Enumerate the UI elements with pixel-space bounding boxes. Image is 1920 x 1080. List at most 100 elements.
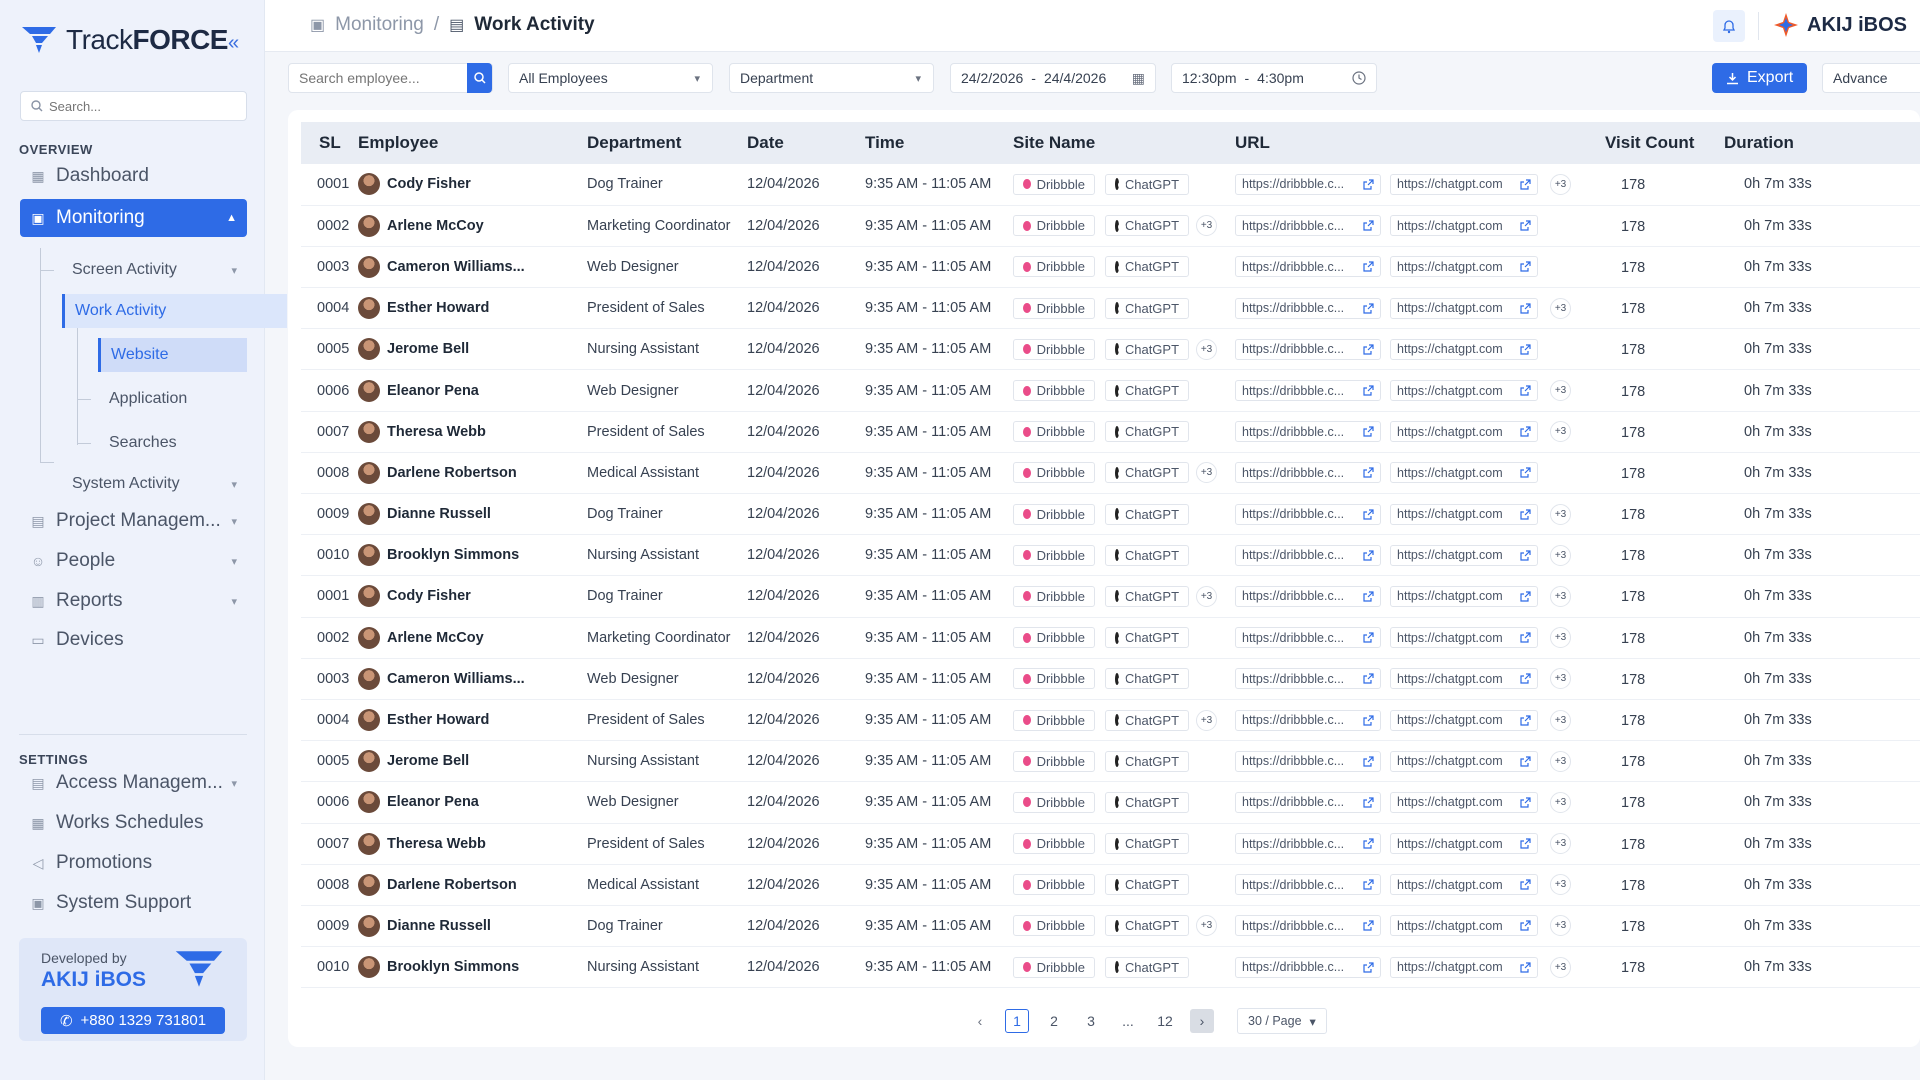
site-chip[interactable]: Dribbble	[1013, 915, 1095, 937]
site-chip[interactable]: ChatGPT	[1105, 585, 1190, 607]
site-chip[interactable]: ChatGPT	[1105, 462, 1190, 484]
more-sites-badge[interactable]: +3	[1196, 215, 1218, 237]
external-link-icon[interactable]	[1363, 632, 1374, 643]
sidebar-item-devices[interactable]: ▭ Devices	[20, 621, 247, 659]
site-chip[interactable]: Dribbble	[1013, 462, 1095, 484]
site-chip[interactable]: Dribbble	[1013, 503, 1095, 525]
more-sites-badge[interactable]: +3	[1196, 462, 1218, 484]
url-chip[interactable]: https://chatgpt.com	[1390, 462, 1539, 484]
url-chip[interactable]: https://dribbble.c...	[1235, 380, 1381, 402]
external-link-icon[interactable]	[1520, 838, 1531, 849]
sidebar-item-reports[interactable]: ▥ Reports ▾	[20, 582, 247, 620]
more-sites-badge[interactable]: +3	[1196, 709, 1218, 731]
site-chip[interactable]: ChatGPT	[1105, 833, 1190, 855]
url-chip[interactable]: https://dribbble.c...	[1235, 750, 1381, 772]
employee-name[interactable]: Dianne Russell	[387, 506, 491, 522]
employee-name[interactable]: Esther Howard	[387, 300, 489, 316]
more-urls-badge[interactable]: +3	[1550, 380, 1572, 402]
url-chip[interactable]: https://chatgpt.com	[1390, 173, 1539, 195]
per-page-select[interactable]: 30 / Page ▾	[1237, 1008, 1327, 1034]
external-link-icon[interactable]	[1363, 261, 1374, 273]
sidebar-item-screen-activity[interactable]: Screen Activity ▾	[62, 253, 247, 287]
url-chip[interactable]: https://dribbble.c...	[1235, 833, 1381, 855]
external-link-icon[interactable]	[1363, 673, 1374, 684]
sidebar-item-access-management[interactable]: ▤ Access Managem... ▾	[20, 764, 247, 802]
employee-name[interactable]: Cody Fisher	[387, 588, 471, 604]
time-range-picker[interactable]: 12:30pm - 4:30pm	[1171, 63, 1377, 93]
external-link-icon[interactable]	[1520, 179, 1531, 190]
url-chip[interactable]: https://dribbble.c...	[1235, 462, 1381, 484]
developer-phone-button[interactable]: ✆ +880 1329 731801	[41, 1007, 225, 1034]
site-chip[interactable]: ChatGPT	[1105, 915, 1190, 937]
url-chip[interactable]: https://dribbble.c...	[1235, 544, 1381, 566]
more-urls-badge[interactable]: +3	[1550, 915, 1572, 937]
employees-select[interactable]: All Employees ▾	[508, 63, 713, 93]
employee-search-input[interactable]	[299, 70, 459, 86]
site-chip[interactable]: ChatGPT	[1105, 215, 1190, 237]
site-chip[interactable]: Dribbble	[1013, 833, 1095, 855]
site-chip[interactable]: Dribbble	[1013, 956, 1095, 978]
sidebar-item-application[interactable]: Application	[99, 382, 247, 416]
site-chip[interactable]: Dribbble	[1013, 750, 1095, 772]
site-chip[interactable]: Dribbble	[1013, 544, 1095, 566]
site-chip[interactable]: Dribbble	[1013, 215, 1095, 237]
external-link-icon[interactable]	[1363, 714, 1374, 726]
url-chip[interactable]: https://chatgpt.com	[1390, 627, 1539, 649]
url-chip[interactable]: https://dribbble.c...	[1235, 627, 1381, 649]
employee-name[interactable]: Esther Howard	[387, 712, 489, 728]
site-chip[interactable]: ChatGPT	[1105, 956, 1190, 978]
external-link-icon[interactable]	[1363, 303, 1374, 314]
url-chip[interactable]: https://dribbble.c...	[1235, 173, 1381, 195]
column-header-employee[interactable]: Employee	[358, 122, 587, 164]
column-header-url[interactable]: URL	[1235, 122, 1605, 164]
date-range-picker[interactable]: 24/2/2026 - 24/4/2026 ▦	[950, 63, 1156, 93]
chevron-left-icon[interactable]: ‹	[968, 1009, 992, 1033]
more-urls-badge[interactable]: +3	[1550, 668, 1572, 690]
site-chip[interactable]: Dribbble	[1013, 668, 1095, 690]
external-link-icon[interactable]	[1520, 303, 1531, 314]
external-link-icon[interactable]	[1363, 920, 1374, 932]
site-chip[interactable]: Dribbble	[1013, 421, 1095, 443]
site-chip[interactable]: Dribbble	[1013, 338, 1095, 360]
employee-name[interactable]: Jerome Bell	[387, 341, 469, 357]
url-chip[interactable]: https://dribbble.c...	[1235, 915, 1381, 937]
sidebar-item-searches[interactable]: Searches	[99, 426, 247, 460]
app-logo[interactable]: TrackFORCE	[20, 24, 228, 56]
employee-name[interactable]: Jerome Bell	[387, 753, 469, 769]
external-link-icon[interactable]	[1363, 220, 1374, 231]
url-chip[interactable]: https://chatgpt.com	[1390, 750, 1539, 772]
external-link-icon[interactable]	[1520, 879, 1531, 890]
url-chip[interactable]: https://chatgpt.com	[1390, 338, 1539, 360]
site-chip[interactable]: ChatGPT	[1105, 173, 1190, 195]
page-button[interactable]: 3	[1079, 1009, 1103, 1033]
column-header-site-name[interactable]: Site Name	[1013, 122, 1235, 164]
url-chip[interactable]: https://dribbble.c...	[1235, 215, 1381, 237]
url-chip[interactable]: https://chatgpt.com	[1390, 668, 1539, 690]
org-switcher[interactable]: AKIJ iBOS	[1773, 12, 1907, 38]
external-link-icon[interactable]	[1520, 344, 1531, 355]
site-chip[interactable]: ChatGPT	[1105, 297, 1190, 319]
sidebar-item-dashboard[interactable]: ▦ Dashboard	[20, 157, 247, 195]
external-link-icon[interactable]	[1520, 920, 1531, 932]
url-chip[interactable]: https://chatgpt.com	[1390, 709, 1539, 731]
employee-name[interactable]: Arlene McCoy	[387, 630, 484, 646]
sidebar-item-monitoring[interactable]: ▣ Monitoring ▲	[20, 199, 247, 237]
more-urls-badge[interactable]: +3	[1550, 627, 1572, 649]
external-link-icon[interactable]	[1363, 467, 1374, 479]
site-chip[interactable]: Dribbble	[1013, 173, 1095, 195]
sidebar-item-system-support[interactable]: ▣ System Support	[20, 884, 247, 922]
export-button[interactable]: Export	[1712, 63, 1808, 93]
site-chip[interactable]: ChatGPT	[1105, 421, 1190, 443]
breadcrumb-monitoring[interactable]: Monitoring	[335, 14, 424, 36]
column-header-visit-count[interactable]: Visit Count	[1605, 122, 1724, 164]
sidebar-item-work-activity[interactable]: Work Activity	[62, 294, 287, 328]
external-link-icon[interactable]	[1363, 879, 1374, 890]
site-chip[interactable]: Dribbble	[1013, 585, 1095, 607]
external-link-icon[interactable]	[1520, 591, 1531, 602]
chevron-right-icon[interactable]: ›	[1190, 1009, 1214, 1033]
external-link-icon[interactable]	[1520, 797, 1531, 808]
url-chip[interactable]: https://chatgpt.com	[1390, 915, 1539, 937]
url-chip[interactable]: https://chatgpt.com	[1390, 874, 1539, 896]
url-chip[interactable]: https://chatgpt.com	[1390, 791, 1539, 813]
page-button[interactable]: 1	[1005, 1009, 1029, 1033]
